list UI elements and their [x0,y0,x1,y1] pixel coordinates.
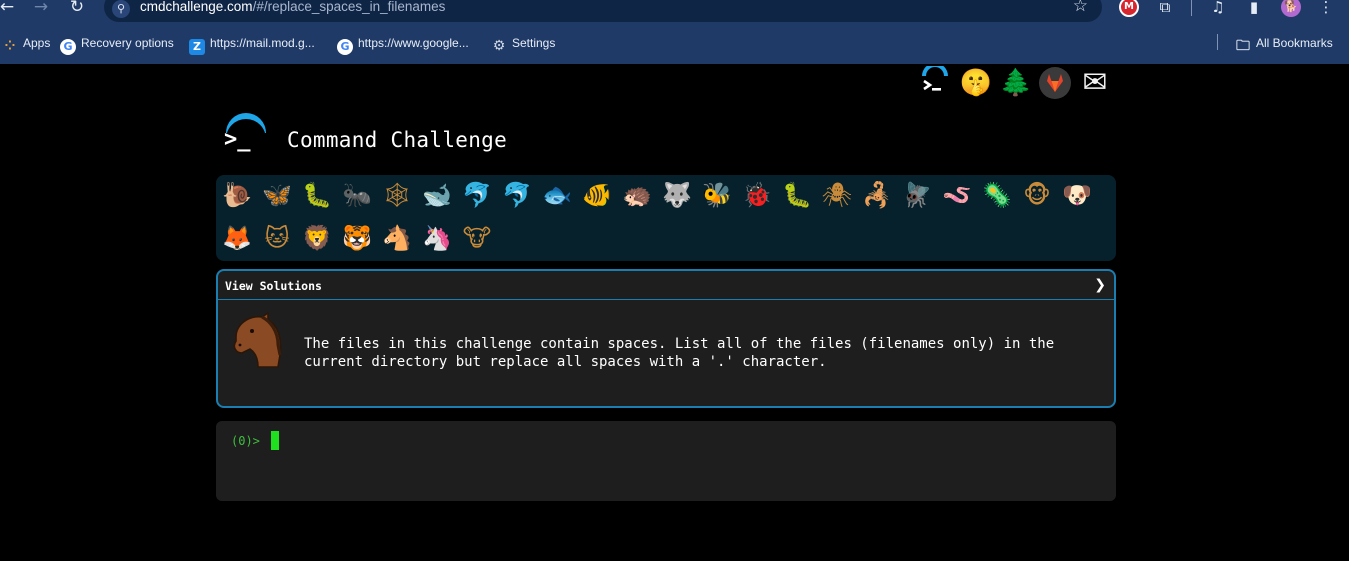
terminal[interactable]: (0)> [216,421,1116,501]
challenge-monkey-icon[interactable]: 🐵 [1020,178,1054,212]
browser-chrome: ← → ↻ ⚲ cmdchallenge.com/#/replace_space… [0,0,1349,64]
bookmark-apps[interactable]: ⁘ Apps [2,34,51,54]
challenge-fly-icon[interactable]: 🪰 [900,178,934,212]
gitlab-link[interactable] [1038,66,1072,100]
google-icon: G [60,39,76,55]
challenge-fish-icon[interactable]: 🐟 [540,178,574,212]
challenge-scorpion-icon[interactable]: 🦂 [860,178,894,212]
browser-toolbar: ← → ↻ ⚲ cmdchallenge.com/#/replace_space… [0,0,1349,27]
challenge-dolphin-2-icon[interactable]: 🐬 [500,178,534,212]
bookmark-mail-mod[interactable]: Zhttps://mail.mod.g... [189,34,315,55]
apps-grid-icon: ⁘ [4,39,16,54]
chevron-right-icon[interactable]: ❯ [1094,277,1106,293]
url-path: /#/replace_spaces_in_filenames [252,0,446,14]
bookmarks-bar: ⁘ Apps G Recovery options Zhttps://mail.mo… [0,30,1349,56]
view-solutions-header[interactable]: View Solutions ❯ [218,271,1114,300]
gitlab-icon [1039,67,1071,99]
logo-prompt-icon: >_ [224,127,251,152]
challenge-selector: 🐌 🦋 🐛 🐜 🕸 🐋 🐬 🐬 🐟 🐠 🦔 🐺 🐝 🐞 🐛 🕷 🦂 🪰 🪱 🦠 🐵 🐶 🦊 🐱 🦁 🐯 🐴 🦄 🐮 [216,175,1116,261]
url-host: cmdchallenge.com [140,0,253,14]
horse-icon [233,311,282,368]
bookmark-label: Settings [512,36,556,50]
challenge-dolphin-icon[interactable]: 🐬 [460,178,494,212]
challenge-fox-icon[interactable]: 🦊 [220,221,254,255]
reload-button[interactable]: ↻ [66,0,88,16]
bookmark-google[interactable]: Ghttps://www.google... [337,34,469,55]
challenge-butterfly-icon[interactable]: 🦋 [260,178,294,212]
header-links: 🤫 🌲 ✉ [918,63,1118,102]
challenge-earthworm-icon[interactable]: 🪱 [940,178,974,212]
terminal-prompt: (0)> [231,434,260,448]
address-bar[interactable]: ⚲ cmdchallenge.com/#/replace_spaces_in_f… [104,0,1102,22]
extension-m-icon[interactable]: M [1119,0,1139,17]
google-icon: G [337,39,353,55]
challenge-dog-icon[interactable]: 🐶 [1060,178,1094,212]
bookmark-label: https://mail.mod.g... [210,36,315,50]
all-bookmarks-button[interactable]: 🗀 All Bookmarks [1235,34,1333,54]
challenge-caterpillar-icon[interactable]: 🐛 [300,178,334,212]
media-control-icon[interactable]: ♫ [1207,0,1229,17]
challenge-panel: View Solutions ❯ The files in this chall… [216,269,1116,408]
challenge-unicorn-icon[interactable]: 🦄 [420,221,454,255]
challenge-description: The files in this challenge contain spac… [304,336,1055,370]
challenge-wolf-icon[interactable]: 🐺 [660,178,694,212]
challenge-ladybug-icon[interactable]: 🐞 [740,178,774,212]
email-link[interactable]: ✉ [1078,66,1112,100]
challenge-snail-icon[interactable]: 🐌 [220,178,254,212]
challenge-cow-icon[interactable]: 🐮 [460,221,494,255]
bookmark-label: Recovery options [81,36,174,50]
toolbar-divider [1191,0,1192,16]
gear-icon: ⚙ [492,38,506,54]
tree-link[interactable]: 🌲 [999,66,1033,100]
bookmarks-divider [1217,34,1218,50]
challenge-spider-icon[interactable]: 🕷 [820,178,854,212]
challenge-microbe-icon[interactable]: 🦠 [980,178,1014,212]
challenge-tiger-icon[interactable]: 🐯 [340,221,374,255]
profile-avatar[interactable]: 🐕 [1281,0,1301,17]
bookmark-label: Apps [23,36,51,50]
view-solutions-label[interactable]: View Solutions [225,279,322,293]
bookmark-recovery-options[interactable]: G Recovery options [60,34,174,55]
zimbra-icon: Z [189,39,205,55]
side-panel-icon[interactable]: ▮ [1243,0,1265,17]
challenge-whale-icon[interactable]: 🐋 [420,178,454,212]
forward-button[interactable]: → [30,0,52,16]
browser-menu-icon[interactable]: ⋮ [1315,0,1337,17]
cmd-icon [922,63,948,91]
challenge-worm-icon[interactable]: 🐛 [780,178,814,212]
shush-emoji-link[interactable]: 🤫 [959,66,993,100]
bookmark-star-icon[interactable]: ☆ [1073,0,1088,15]
extensions-puzzle-icon[interactable]: ⧉ [1154,0,1176,17]
terminal-cursor[interactable] [271,431,279,450]
back-button[interactable]: ← [0,0,18,16]
site-logo[interactable]: >_ [222,113,270,161]
challenge-horse-icon[interactable]: 🐴 [380,221,414,255]
bookmark-label: https://www.google... [358,36,469,50]
all-bookmarks-label: All Bookmarks [1256,36,1333,50]
challenge-hedgehog-icon[interactable]: 🦔 [620,178,654,212]
challenge-lion-icon[interactable]: 🦁 [300,221,334,255]
cmdchallenge-logo-link[interactable] [918,63,952,100]
url-text[interactable]: cmdchallenge.com/#/replace_spaces_in_fil… [140,0,445,14]
site-info-icon[interactable]: ⚲ [112,0,130,18]
challenge-bee-icon[interactable]: 🐝 [700,178,734,212]
challenge-ant-icon[interactable]: 🐜 [340,178,374,212]
challenge-spider-web-icon[interactable]: 🕸 [380,178,414,212]
challenge-cat-icon[interactable]: 🐱 [260,221,294,255]
page-title: Command Challenge [287,128,508,152]
bookmark-settings[interactable]: ⚙ Settings [491,34,556,54]
folder-icon: 🗀 [1236,38,1250,54]
challenge-tropical-fish-icon[interactable]: 🐠 [580,178,614,212]
